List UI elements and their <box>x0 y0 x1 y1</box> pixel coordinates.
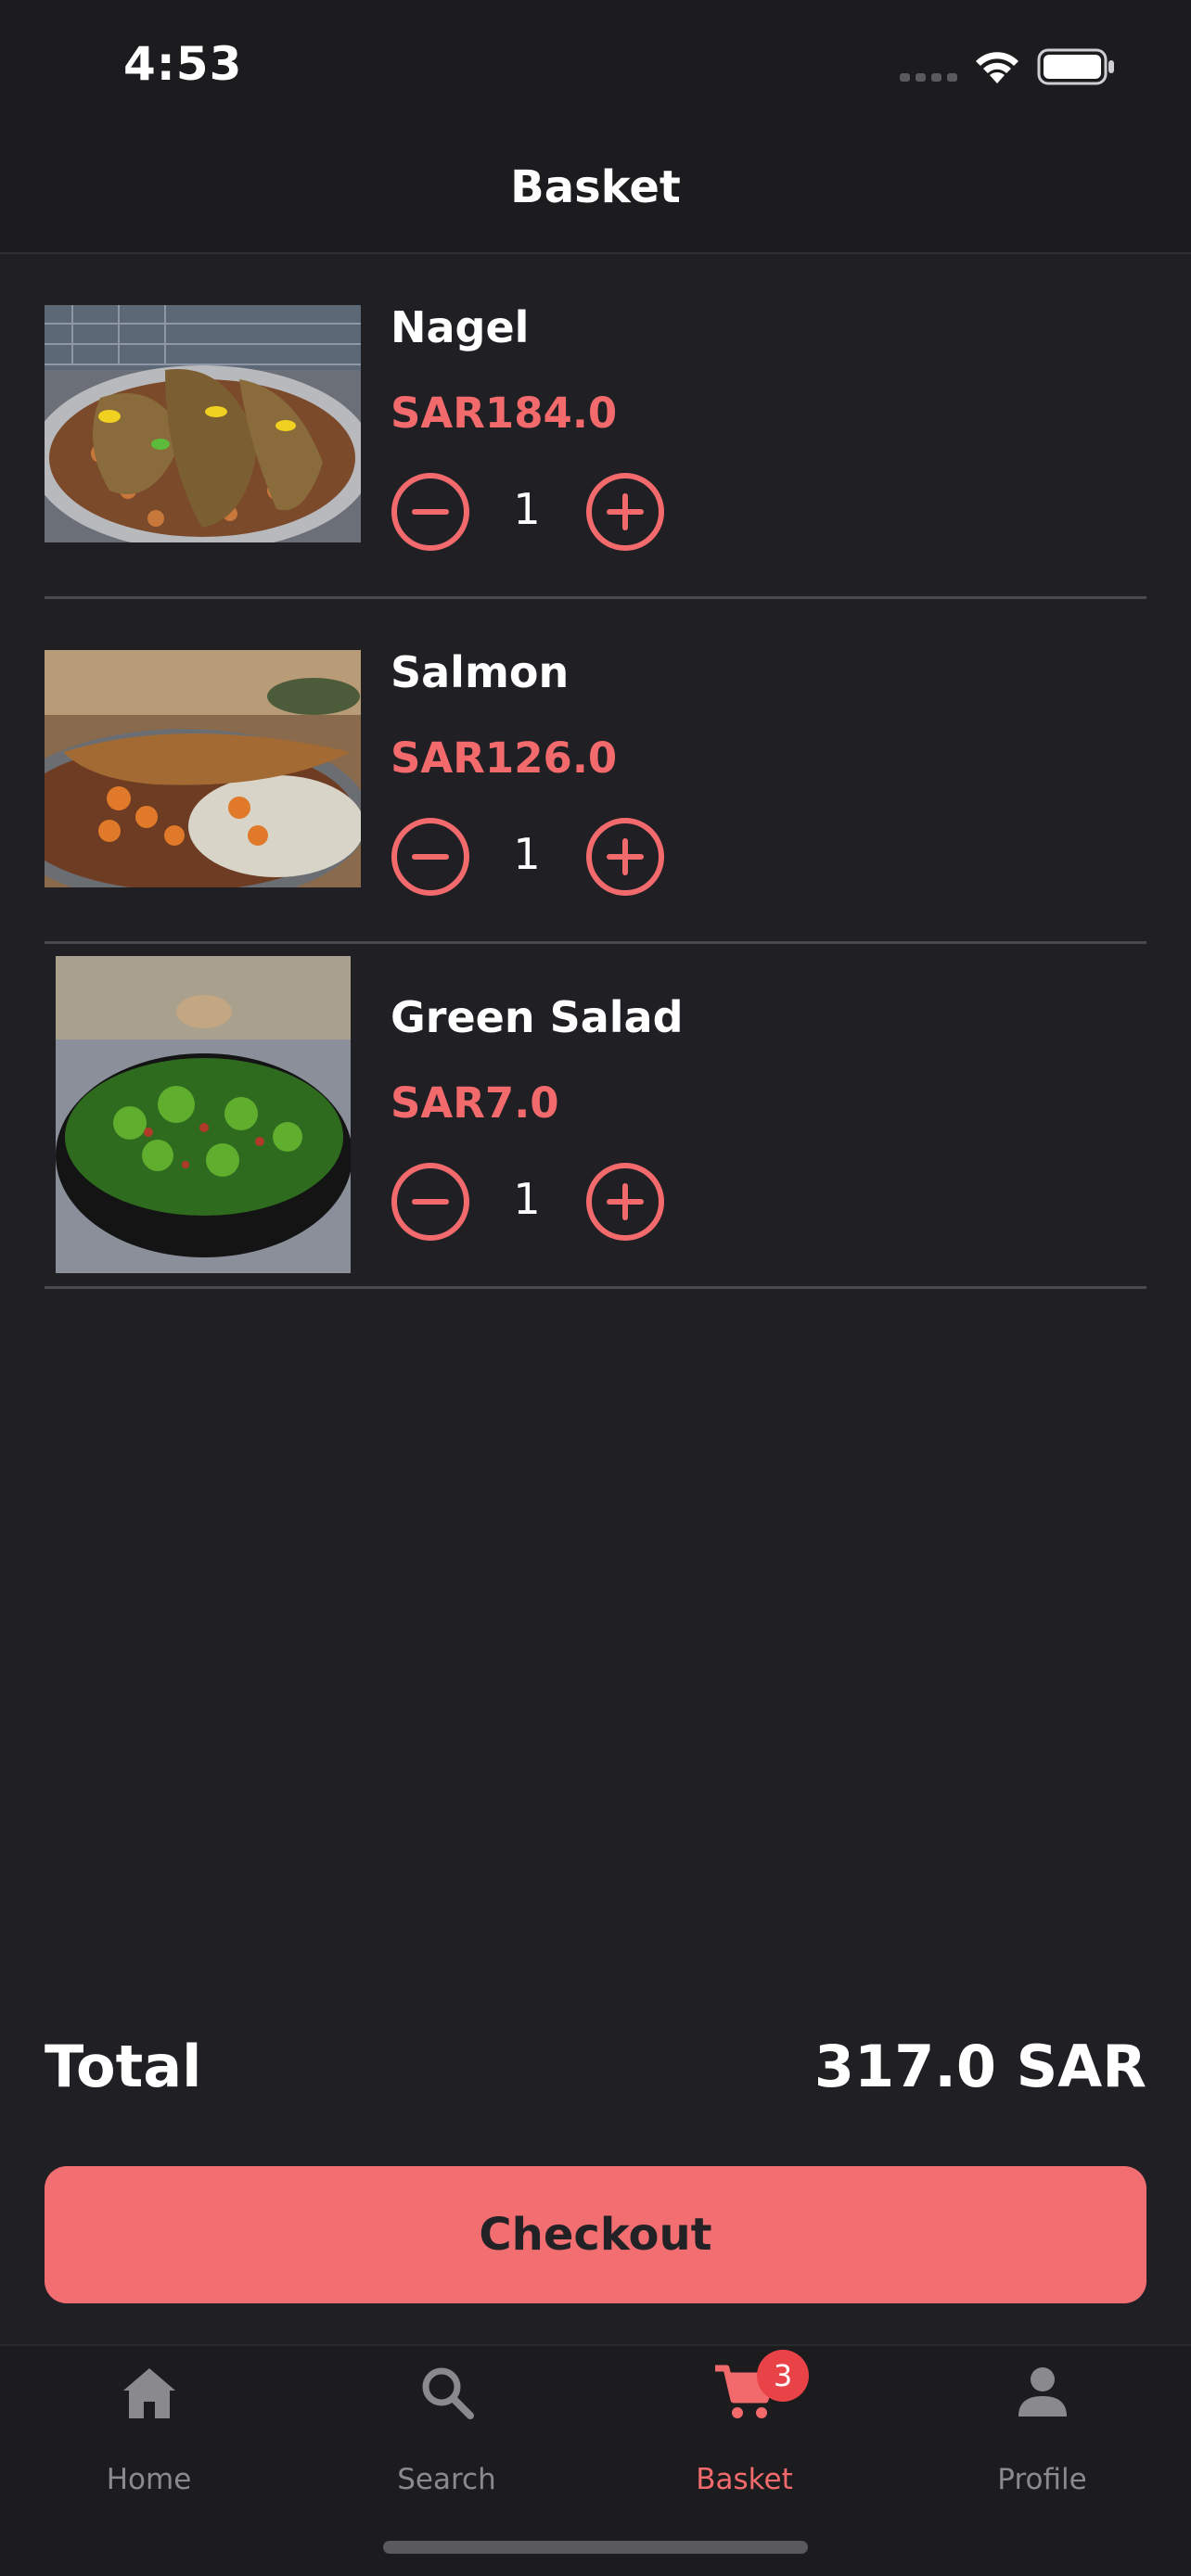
item-name: Salmon <box>391 647 570 697</box>
item-price: SAR126.0 <box>391 733 618 783</box>
battery-icon <box>1037 48 1114 85</box>
home-indicator <box>383 2541 808 2554</box>
tab-basket[interactable]: Basket <box>596 2346 893 2513</box>
item-name: Nagel <box>391 302 530 352</box>
wifi-icon <box>976 52 1018 83</box>
tab-search[interactable]: Search <box>298 2346 596 2513</box>
tab-home[interactable]: Home <box>0 2346 298 2513</box>
quantity-value: 1 <box>513 484 541 534</box>
tab-label: Home <box>106 2463 192 2496</box>
person-icon <box>1018 2367 1067 2417</box>
salmon-photo <box>45 650 361 887</box>
page-title: Basket <box>510 161 681 213</box>
increase-quantity-button[interactable] <box>586 473 664 551</box>
house-icon <box>122 2368 175 2418</box>
nagel-photo <box>45 305 361 542</box>
basket-item: Nagel SAR184.0 1 <box>45 254 1146 599</box>
decrease-quantity-button[interactable] <box>391 818 469 896</box>
total-label: Total <box>45 2033 202 2100</box>
increase-quantity-button[interactable] <box>586 818 664 896</box>
total-value: 317.0 SAR <box>813 2033 1146 2100</box>
item-price: SAR7.0 <box>391 1078 559 1128</box>
status-time: 4:53 <box>123 37 243 91</box>
increase-quantity-button[interactable] <box>586 1163 664 1241</box>
decrease-quantity-button[interactable] <box>391 473 469 551</box>
basket-item: Green Salad SAR7.0 1 <box>45 944 1146 1289</box>
tab-label: Profile <box>997 2463 1087 2496</box>
tab-label: Search <box>397 2463 496 2496</box>
tab-profile[interactable]: Profile <box>893 2346 1191 2513</box>
basket-item: Salmon SAR126.0 1 <box>45 599 1146 944</box>
quantity-value: 1 <box>513 1174 541 1224</box>
cellular-signal-icon <box>900 73 957 82</box>
status-bar: 4:53 <box>0 0 1191 139</box>
green-salad-photo <box>56 956 351 1273</box>
decrease-quantity-button[interactable] <box>391 1163 469 1241</box>
cart-badge: 3 <box>757 2350 809 2402</box>
magnifier-icon <box>422 2367 474 2419</box>
nav-bar: Basket <box>0 139 1191 254</box>
item-price: SAR184.0 <box>391 389 618 438</box>
checkout-button[interactable]: Checkout <box>45 2166 1146 2303</box>
item-name: Green Salad <box>391 992 684 1042</box>
quantity-value: 1 <box>513 829 541 879</box>
tab-label: Basket <box>696 2463 793 2496</box>
